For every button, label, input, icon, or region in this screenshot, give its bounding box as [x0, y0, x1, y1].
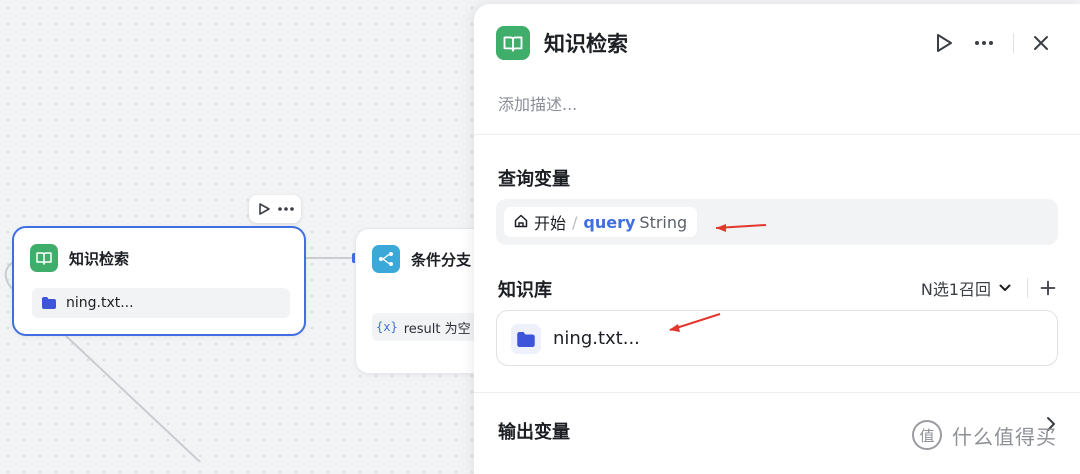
variable-icon: {x}: [376, 320, 398, 334]
divider: [1027, 278, 1028, 298]
play-icon[interactable]: [931, 30, 957, 56]
knowledge-item: ning.txt...: [32, 288, 290, 318]
watermark: 值 什么值得买: [912, 420, 1057, 450]
output-section-label: 输出变量: [498, 422, 570, 443]
divider: [1013, 33, 1014, 53]
source-node-label: 开始: [534, 214, 567, 233]
divider: [474, 392, 1080, 393]
node-settings-panel: 知识检索 添加描述... 查询变量 开始 / query String 知识库 …: [474, 4, 1080, 474]
variable-type: String: [639, 212, 688, 232]
path-separator: /: [572, 212, 578, 232]
divider: [474, 134, 1080, 135]
node-title: 条件分支: [411, 250, 472, 269]
variable-name: query: [583, 212, 636, 232]
knowledge-base-item[interactable]: ning.txt...: [496, 310, 1058, 366]
node-toolbar: [249, 195, 301, 223]
more-icon[interactable]: [971, 30, 997, 56]
watermark-text: 什么值得买: [952, 424, 1057, 449]
book-icon: [30, 244, 58, 272]
more-icon[interactable]: [277, 200, 295, 218]
node-title: 知识检索: [69, 249, 130, 268]
panel-title[interactable]: 知识检索: [544, 28, 628, 58]
recall-mode-select[interactable]: N选1召回: [921, 276, 991, 300]
watermark-logo: 值: [912, 420, 942, 450]
close-icon[interactable]: [1028, 30, 1054, 56]
knowledge-retrieval-node[interactable]: 知识检索 ning.txt...: [12, 226, 306, 336]
branch-icon: [372, 245, 400, 273]
folder-icon: [511, 324, 541, 354]
play-icon[interactable]: [255, 200, 273, 218]
variable-reference-tag[interactable]: 开始 / query String: [504, 207, 698, 237]
condition-label: result 为空: [403, 321, 471, 337]
knowledge-base-name: ning.txt...: [553, 328, 640, 349]
query-variable-field[interactable]: 开始 / query String: [496, 199, 1058, 245]
description-input[interactable]: 添加描述...: [498, 91, 577, 115]
chevron-down-icon[interactable]: [999, 284, 1011, 292]
home-icon: [514, 213, 528, 232]
folder-icon: [42, 294, 56, 313]
kb-section-label: 知识库: [498, 280, 552, 301]
condition-item: {x} result 为空: [372, 313, 490, 341]
knowledge-item-label: ning.txt...: [66, 295, 134, 311]
book-icon: [496, 26, 530, 60]
add-icon[interactable]: [1040, 280, 1056, 296]
query-section-label: 查询变量: [498, 169, 570, 190]
